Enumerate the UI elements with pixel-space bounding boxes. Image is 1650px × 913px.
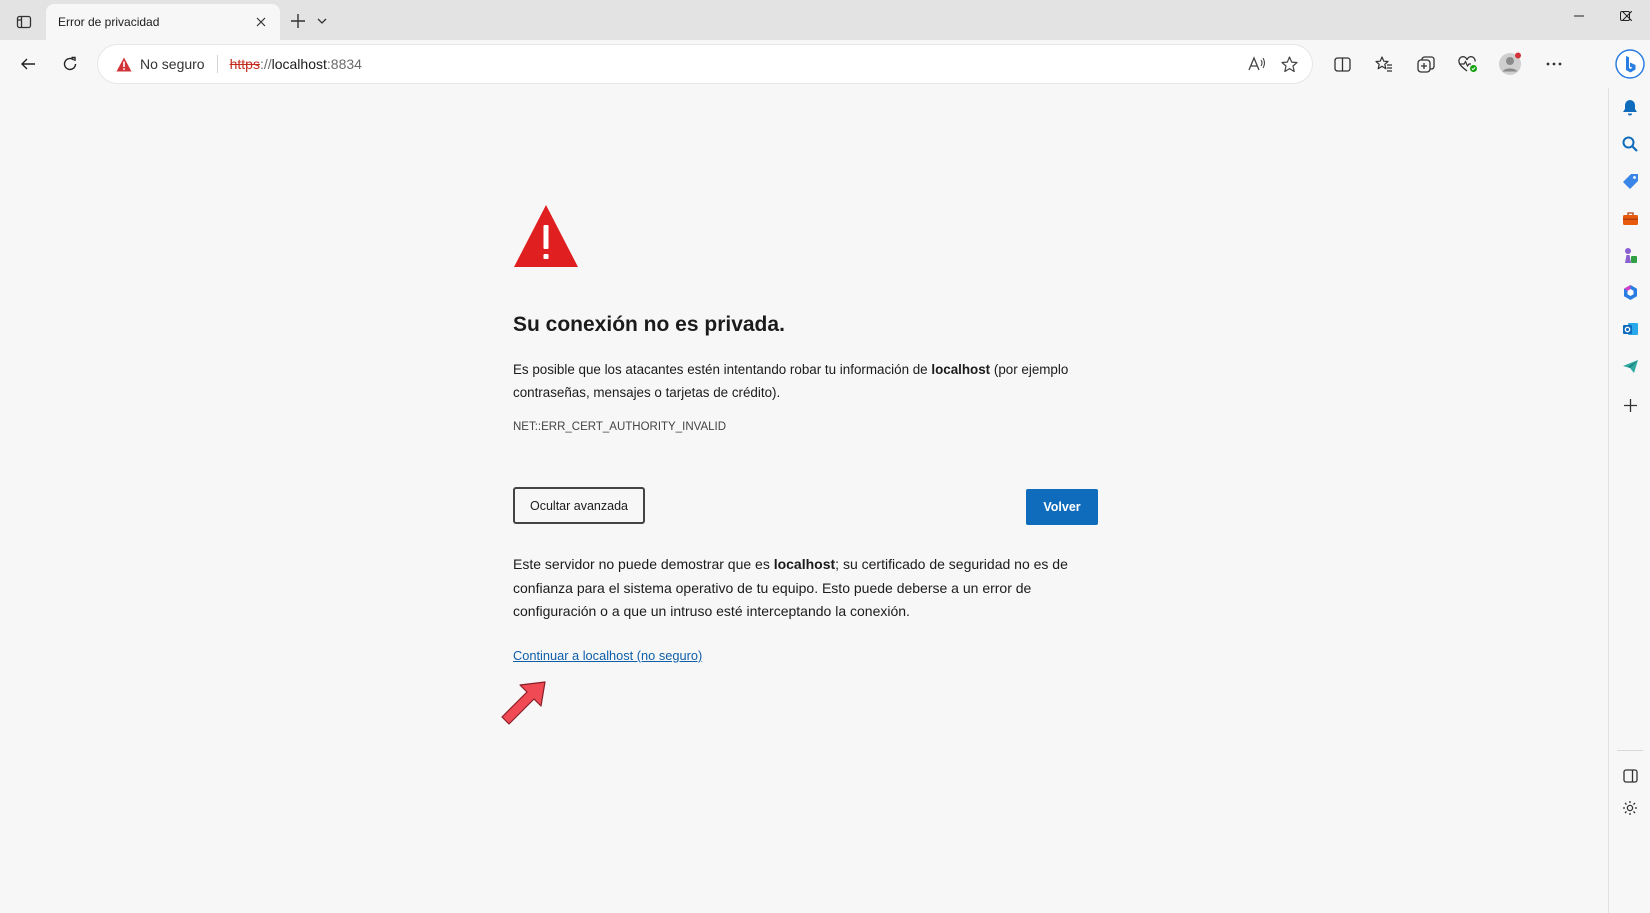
copilot-icon: [1615, 49, 1645, 79]
detail-text-pre: Este servidor no puede demostrar que es: [513, 556, 774, 572]
favorites-button[interactable]: [1368, 48, 1400, 80]
tab-list-button[interactable]: [312, 10, 332, 32]
sidebar-panel-icon: [1622, 769, 1638, 783]
minimize-icon: [1574, 15, 1584, 17]
tab-title: Error de privacidad: [58, 15, 160, 29]
sidebar-divider: [1617, 750, 1643, 751]
bell-icon: [1623, 99, 1637, 115]
address-bar[interactable]: No seguro https://localhost:8834: [98, 45, 1312, 83]
collections-button[interactable]: [1410, 48, 1442, 80]
sidebar-tools[interactable]: [1618, 206, 1642, 230]
url-separator: ://: [259, 56, 272, 72]
minimize-button[interactable]: [1556, 0, 1602, 32]
browser-toolbar: No seguro https://localhost:8834: [0, 40, 1650, 88]
sidebar-outlook[interactable]: [1618, 317, 1642, 341]
url-protocol: https: [229, 56, 260, 72]
sidebar-settings-button[interactable]: [1618, 796, 1642, 820]
heart-pulse-icon: [1458, 55, 1477, 72]
tab-actions-icon: [16, 15, 32, 29]
back-arrow-icon: [21, 58, 35, 70]
search-icon: [1622, 136, 1638, 152]
gear-icon: [1623, 801, 1637, 815]
plus-icon: [1623, 398, 1637, 412]
proceed-unsafe-link[interactable]: Continuar a localhost (no seguro): [513, 648, 702, 663]
microsoft-365-icon: [1623, 284, 1637, 300]
new-tab-button[interactable]: [286, 9, 310, 33]
split-screen-button[interactable]: [1326, 48, 1358, 80]
url-host: localhost: [271, 56, 327, 72]
sidebar-search[interactable]: [1618, 132, 1642, 156]
tab-close-button[interactable]: [250, 11, 272, 33]
read-aloud-button[interactable]: [1244, 51, 1270, 77]
advanced-details: Este servidor no puede demostrar que es …: [513, 553, 1098, 624]
toolbox-icon: [1622, 211, 1638, 225]
back-to-safety-button[interactable]: Volver: [1026, 489, 1098, 525]
favorites-icon: [1375, 55, 1392, 72]
send-icon: [1622, 359, 1638, 373]
warning-triangle-icon: [514, 205, 578, 267]
sidebar-shopping[interactable]: [1618, 169, 1642, 193]
url-text[interactable]: https://localhost:8834: [230, 56, 362, 72]
security-label: No seguro: [140, 56, 205, 72]
page-content: Su conexión no es privada. Es posible qu…: [0, 88, 1608, 913]
error-description: Es posible que los atacantes estén inten…: [513, 358, 1073, 404]
more-button[interactable]: [1538, 48, 1570, 80]
star-icon: [1280, 55, 1298, 72]
sidebar-drop[interactable]: [1618, 354, 1642, 378]
description-text-pre: Es posible que los atacantes estén inten…: [513, 362, 932, 377]
detail-host: localhost: [773, 556, 836, 572]
tag-icon: [1622, 173, 1638, 189]
page-title: Su conexión no es privada.: [513, 313, 785, 336]
close-icon: [256, 17, 266, 27]
tab-active[interactable]: Error de privacidad: [46, 4, 280, 40]
refresh-icon: [63, 56, 77, 71]
more-icon: [1546, 62, 1562, 66]
sidebar-games[interactable]: [1618, 243, 1642, 267]
close-window-button[interactable]: [1604, 0, 1650, 32]
refresh-button[interactable]: [54, 48, 86, 80]
chevron-down-icon: [317, 18, 327, 24]
annotation-arrow-icon: [501, 681, 546, 725]
favorite-button[interactable]: [1276, 51, 1302, 77]
browser-essentials-button[interactable]: [1452, 48, 1484, 80]
sidebar-notifications[interactable]: [1618, 95, 1642, 119]
profile-button[interactable]: [1494, 48, 1526, 80]
close-icon: [1622, 11, 1632, 21]
plus-icon: [291, 14, 305, 28]
sidebar-add-button[interactable]: [1618, 393, 1642, 417]
collections-icon: [1417, 55, 1435, 73]
sidebar-microsoft-365[interactable]: [1618, 280, 1642, 304]
split-screen-icon: [1333, 56, 1351, 72]
copilot-button[interactable]: [1612, 46, 1648, 82]
warning-icon: [116, 57, 132, 71]
url-port: :8834: [326, 56, 362, 72]
hide-advanced-button[interactable]: Ocultar avanzada: [513, 487, 645, 524]
tab-actions-button[interactable]: [10, 8, 38, 36]
edge-sidebar: [1608, 88, 1650, 913]
read-aloud-icon: [1248, 56, 1266, 71]
address-bar-actions: [1244, 51, 1302, 77]
chess-piece-icon: [1625, 247, 1637, 263]
address-divider: [216, 55, 218, 73]
back-button[interactable]: [12, 48, 44, 80]
outlook-icon: [1622, 323, 1638, 335]
title-bar: Error de privacidad: [0, 0, 1650, 40]
security-indicator[interactable]: No seguro: [116, 56, 205, 72]
error-code: NET::ERR_CERT_AUTHORITY_INVALID: [513, 421, 727, 433]
description-host: localhost: [931, 362, 991, 377]
sidebar-hide-button[interactable]: [1618, 764, 1642, 788]
profile-avatar-icon: [1499, 52, 1521, 75]
